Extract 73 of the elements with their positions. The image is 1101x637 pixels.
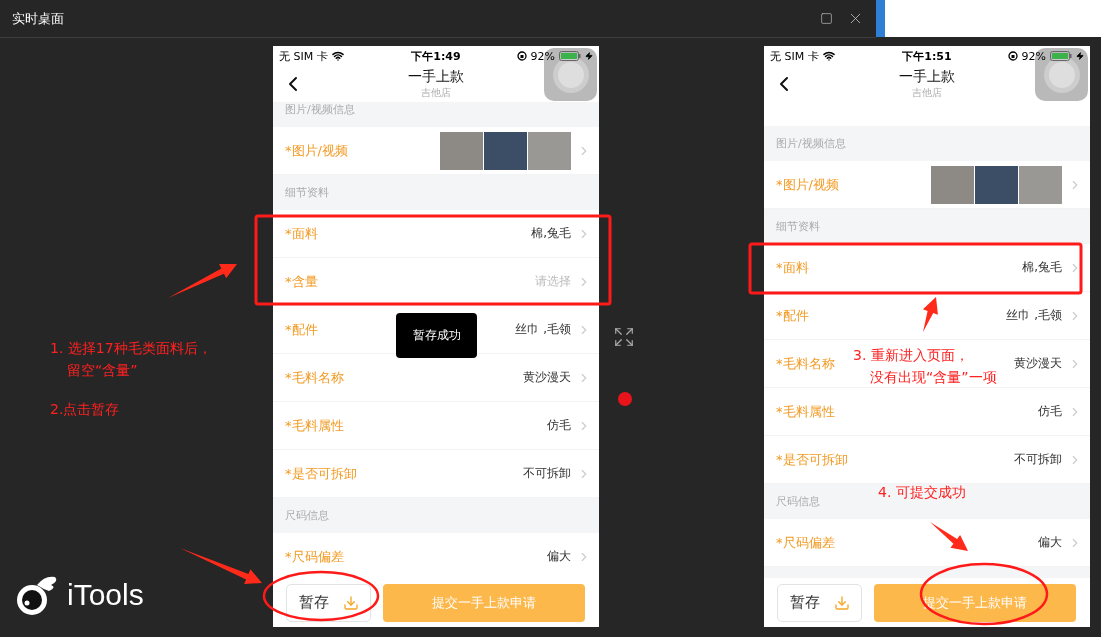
wifi-icon: [822, 50, 835, 62]
battery-icon: [559, 51, 581, 61]
photo-placeholder: [975, 165, 1018, 204]
field-value: 仿毛: [547, 417, 571, 434]
toast-message: 暂存成功: [396, 313, 477, 358]
clock-time: 下午1:49: [411, 48, 461, 64]
download-icon: [833, 594, 850, 611]
annotation-note: 1. 选择17种毛类面料后， 留空“含量”: [50, 339, 212, 380]
annotation-note: 3. 重新进入页面， 没有出现“含量”一项: [853, 346, 997, 387]
save-draft-button[interactable]: 暂存: [777, 583, 862, 622]
annotation-note: 2.点击暂存: [50, 400, 120, 419]
wifi-icon: [331, 50, 344, 62]
field-value: 仿毛: [1038, 403, 1062, 420]
clock-time: 下午1:51: [902, 48, 952, 64]
field-value: 不可拆卸: [523, 465, 571, 482]
download-icon: [342, 594, 359, 611]
field-label: *配件: [776, 306, 809, 325]
page-subtitle: 吉他店: [421, 86, 451, 100]
field-placeholder: 请选择: [535, 273, 571, 290]
field-label: *配件: [285, 320, 318, 339]
save-draft-button[interactable]: 暂存: [286, 583, 371, 622]
field-label: *面料: [285, 224, 318, 243]
field-value: 黄沙漫天: [523, 369, 571, 386]
field-label: *毛料属性: [285, 416, 344, 435]
section-title: 图片/视频信息: [776, 136, 846, 151]
brand-name: iTools: [67, 578, 144, 612]
field-label: *图片/视频: [285, 141, 348, 160]
field-value: 棉,兔毛: [531, 225, 571, 242]
section-title: 细节资料: [285, 185, 329, 200]
charging-bolt-icon: [1076, 52, 1084, 60]
photo-placeholder: [484, 131, 527, 170]
battery-percent: 92%: [530, 49, 555, 63]
window-edge: [876, 0, 885, 37]
field-label: *毛料名称: [285, 368, 344, 387]
field-label: *图片/视频: [776, 175, 839, 194]
field-value: 棉,兔毛: [1022, 259, 1062, 276]
field-value: 不可拆卸: [1014, 451, 1062, 468]
section-title: 尺码信息: [285, 508, 329, 523]
battery-icon: [1050, 51, 1072, 61]
field-label: *面料: [776, 258, 809, 277]
pointer-arrow: [930, 522, 968, 551]
charging-bolt-icon: [585, 52, 593, 60]
field-label: *毛料属性: [776, 402, 835, 421]
battery-percent: 92%: [1021, 49, 1046, 63]
carrier-label: 无 SIM 卡: [770, 48, 819, 64]
rotation-lock-icon: [516, 51, 527, 61]
section-title: 图片/视频信息: [285, 102, 355, 117]
field-label: *是否可拆卸: [776, 450, 848, 469]
photo-placeholder: [1019, 165, 1062, 204]
field-label: *毛料名称: [776, 354, 835, 373]
field-label: *尺码偏差: [776, 533, 835, 552]
page-title: 一手上款: [899, 67, 955, 86]
field-label: *含量: [285, 272, 318, 291]
photo-placeholder: [528, 131, 571, 170]
field-value: 丝巾 ,毛领: [1006, 307, 1062, 324]
section-title: 细节资料: [776, 219, 820, 234]
field-value: 丝巾 ,毛领: [515, 321, 571, 338]
pointer-arrow: [922, 297, 938, 332]
field-value: 偏大: [547, 548, 571, 565]
field-value: 黄沙漫天: [1014, 355, 1062, 372]
photo-placeholder: [931, 165, 974, 204]
field-value: 偏大: [1038, 534, 1062, 551]
carrier-label: 无 SIM 卡: [279, 48, 328, 64]
annotation-note: 4. 可提交成功: [878, 483, 966, 502]
page-title: 一手上款: [408, 67, 464, 86]
field-label: *是否可拆卸: [285, 464, 357, 483]
section-title: 尺码信息: [776, 494, 820, 509]
field-label: *尺码偏差: [285, 547, 344, 566]
record-dot: [618, 392, 632, 406]
rotation-lock-icon: [1007, 51, 1018, 61]
page-subtitle: 吉他店: [912, 86, 942, 100]
photo-placeholder: [440, 131, 483, 170]
window-title: 实时桌面: [12, 9, 65, 28]
